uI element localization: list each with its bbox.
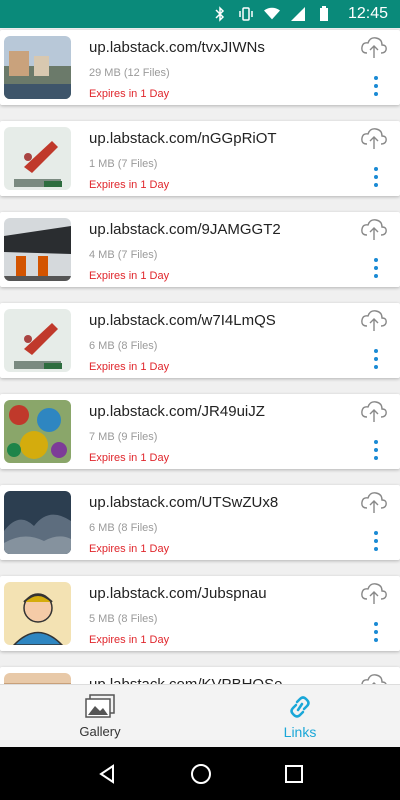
thumbnail-image <box>4 673 71 684</box>
more-options-icon[interactable] <box>374 440 380 460</box>
link-url[interactable]: up.labstack.com/UTSwZUx8 <box>89 494 278 511</box>
cloud-upload-icon[interactable] <box>360 34 388 60</box>
link-expiry: Expires in 1 Day <box>89 543 170 555</box>
cloud-upload-icon[interactable] <box>360 216 388 242</box>
tab-gallery[interactable]: Gallery <box>0 685 200 748</box>
cloud-upload-icon[interactable] <box>360 671 388 684</box>
link-url[interactable]: up.labstack.com/JR49uiJZ <box>89 403 265 420</box>
wifi-icon <box>263 6 280 22</box>
vibrate-icon <box>238 6 254 22</box>
link-card[interactable]: up.labstack.com/KVPBHQSe <box>0 667 400 684</box>
cloud-upload-icon[interactable] <box>360 125 388 151</box>
more-options-icon[interactable] <box>374 258 380 278</box>
gallery-icon <box>85 694 115 718</box>
battery-icon <box>316 6 332 22</box>
link-url[interactable]: up.labstack.com/9JAMGGT2 <box>89 221 281 238</box>
link-url[interactable]: up.labstack.com/KVPBHQSe <box>89 676 282 684</box>
tab-links[interactable]: Links <box>200 685 400 748</box>
link-url[interactable]: up.labstack.com/nGGpRiOT <box>89 130 277 147</box>
link-size: 7 MB (9 Files) <box>89 431 158 443</box>
link-icon <box>290 695 310 718</box>
recents-icon[interactable] <box>285 764 304 783</box>
link-expiry: Expires in 1 Day <box>89 361 170 373</box>
link-expiry: Expires in 1 Day <box>89 634 170 646</box>
tab-gallery-label: Gallery <box>79 724 121 739</box>
status-bar: 12:45 <box>0 0 400 28</box>
thumbnail-image <box>4 36 71 99</box>
signal-icon <box>290 6 306 22</box>
thumbnail-image <box>4 582 71 645</box>
more-options-icon[interactable] <box>374 622 380 642</box>
more-options-icon[interactable] <box>374 349 380 369</box>
cloud-upload-icon[interactable] <box>360 489 388 515</box>
link-card[interactable]: up.labstack.com/UTSwZUx8 6 MB (8 Files) … <box>0 485 400 560</box>
link-size: 4 MB (7 Files) <box>89 249 158 261</box>
link-expiry: Expires in 1 Day <box>89 88 170 100</box>
link-url[interactable]: up.labstack.com/w7I4LmQS <box>89 312 276 329</box>
links-list[interactable]: up.labstack.com/tvxJIWNs 29 MB (12 Files… <box>0 28 400 684</box>
thumbnail-image <box>4 127 71 190</box>
cloud-upload-icon[interactable] <box>360 580 388 606</box>
more-options-icon[interactable] <box>374 76 380 96</box>
link-expiry: Expires in 1 Day <box>89 179 170 191</box>
thumbnail-image <box>4 309 71 372</box>
more-options-icon[interactable] <box>374 167 380 187</box>
link-size: 1 MB (7 Files) <box>89 158 158 170</box>
link-url[interactable]: up.labstack.com/Jubspnau <box>89 585 267 602</box>
link-expiry: Expires in 1 Day <box>89 270 170 282</box>
bluetooth-icon <box>212 6 228 22</box>
tab-links-label: Links <box>283 723 317 740</box>
system-navigation-bar <box>0 747 400 800</box>
link-size: 29 MB (12 Files) <box>89 67 170 79</box>
bottom-navigation: Gallery Links <box>0 684 400 748</box>
link-card[interactable]: up.labstack.com/w7I4LmQS 6 MB (8 Files) … <box>0 303 400 378</box>
link-size: 6 MB (8 Files) <box>89 522 158 534</box>
link-expiry: Expires in 1 Day <box>89 452 170 464</box>
home-icon[interactable] <box>190 763 212 785</box>
link-card[interactable]: up.labstack.com/JR49uiJZ 7 MB (9 Files) … <box>0 394 400 469</box>
thumbnail-image <box>4 218 71 281</box>
cloud-upload-icon[interactable] <box>360 307 388 333</box>
thumbnail-image <box>4 400 71 463</box>
link-size: 6 MB (8 Files) <box>89 340 158 352</box>
cloud-upload-icon[interactable] <box>360 398 388 424</box>
clock: 12:45 <box>347 5 388 22</box>
thumbnail-image <box>4 491 71 554</box>
link-card[interactable]: up.labstack.com/9JAMGGT2 4 MB (7 Files) … <box>0 212 400 287</box>
link-card[interactable]: up.labstack.com/tvxJIWNs 29 MB (12 Files… <box>0 30 400 105</box>
link-card[interactable]: up.labstack.com/nGGpRiOT 1 MB (7 Files) … <box>0 121 400 196</box>
more-options-icon[interactable] <box>374 531 380 551</box>
link-card[interactable]: up.labstack.com/Jubspnau 5 MB (8 Files) … <box>0 576 400 651</box>
link-size: 5 MB (8 Files) <box>89 613 158 625</box>
back-icon[interactable] <box>97 763 117 784</box>
link-url[interactable]: up.labstack.com/tvxJIWNs <box>89 39 265 56</box>
